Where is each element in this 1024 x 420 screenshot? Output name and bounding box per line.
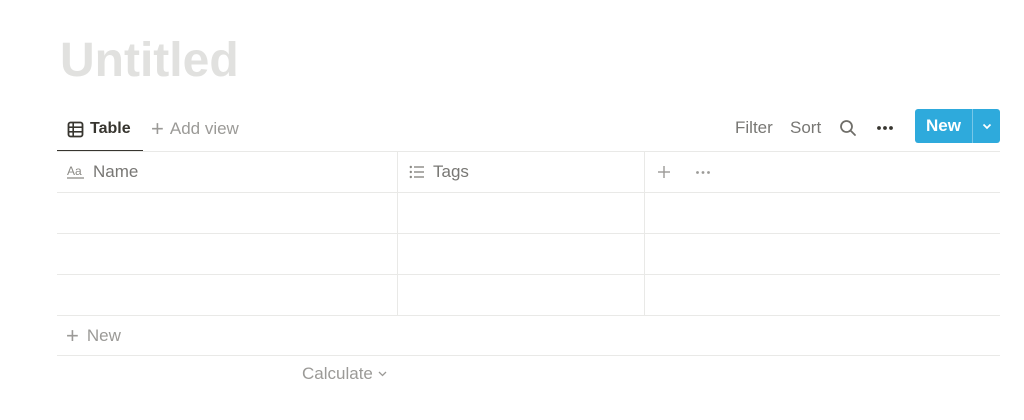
property-options-button[interactable] [695, 152, 711, 192]
column-header-name[interactable]: Aa Name [67, 152, 138, 192]
list-icon [409, 165, 425, 179]
add-view-label: Add view [169, 119, 239, 138]
table-cell-name[interactable] [57, 234, 397, 274]
search-icon [839, 119, 857, 137]
ellipsis-icon [695, 170, 711, 175]
chevron-down-icon [982, 123, 992, 130]
add-row-label: New [86, 325, 121, 345]
sort-label: Sort [790, 118, 822, 137]
add-row-button[interactable]: + New [57, 316, 1000, 355]
new-button[interactable]: New [915, 109, 1000, 143]
view-bar: Table + Add view Filter Sort New [57, 108, 1000, 152]
new-button-label: New [926, 116, 961, 135]
svg-text:Aa: Aa [67, 164, 82, 178]
new-button-dropdown[interactable] [973, 109, 1000, 143]
column-header-label: Tags [433, 162, 469, 181]
table-cell-name[interactable] [57, 275, 397, 315]
divider [57, 355, 1000, 356]
filter-button[interactable]: Filter [735, 108, 773, 148]
divider [57, 151, 1000, 152]
plus-icon [657, 165, 671, 179]
add-property-button[interactable] [657, 152, 671, 192]
table-icon [67, 121, 84, 138]
text-property-icon: Aa [67, 164, 85, 180]
calculate-button[interactable]: Calculate [302, 364, 387, 384]
more-options-button[interactable] [876, 108, 894, 148]
sort-button[interactable]: Sort [790, 108, 821, 148]
table-cell-tags[interactable] [398, 193, 644, 233]
table-cell-tags[interactable] [398, 234, 644, 274]
search-button[interactable] [839, 108, 857, 148]
column-header-tags[interactable]: Tags [409, 152, 469, 192]
plus-icon: + [151, 116, 164, 141]
tab-table-label: Table [90, 120, 131, 137]
page-title[interactable]: Untitled [60, 30, 239, 92]
chevron-down-icon [378, 371, 387, 377]
table-cell-tags[interactable] [398, 275, 644, 315]
plus-icon: + [66, 322, 79, 348]
tab-table[interactable]: Table [57, 108, 143, 152]
column-header-label: Name [93, 162, 139, 181]
add-view-button[interactable]: + Add view [151, 108, 239, 150]
calculate-label: Calculate [302, 364, 373, 383]
column-divider [644, 152, 645, 315]
table-cell-name[interactable] [57, 193, 397, 233]
new-button-main[interactable]: New [915, 109, 972, 143]
filter-label: Filter [735, 118, 773, 137]
ellipsis-icon [876, 125, 894, 131]
